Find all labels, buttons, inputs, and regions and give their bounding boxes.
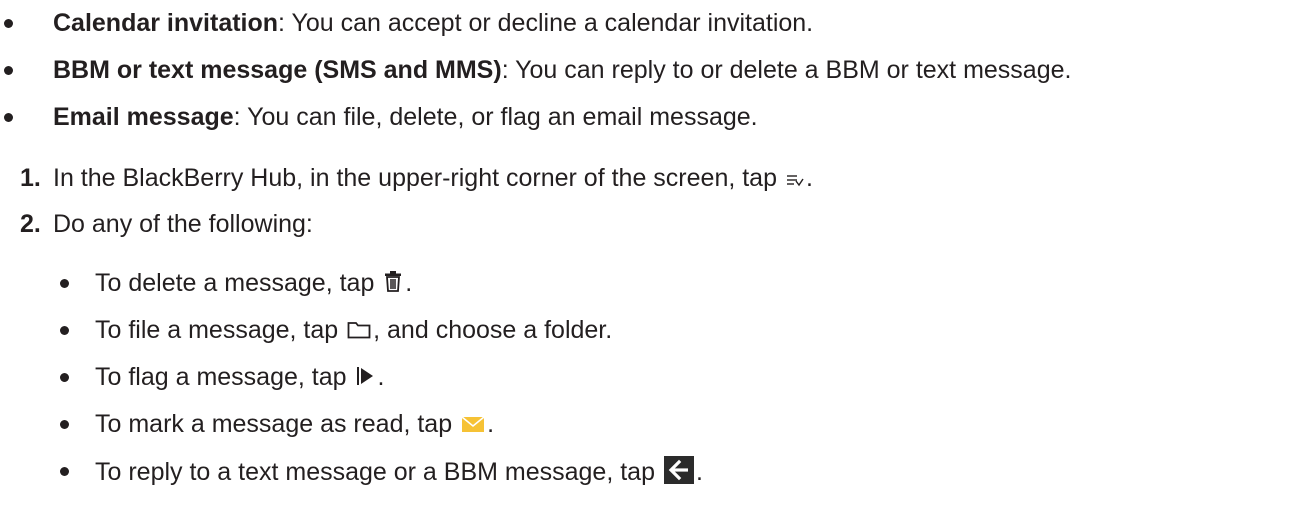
- bullet-text: Email message: You can file, delete, or …: [53, 102, 758, 132]
- substep-text-after: , and choose a folder.: [373, 316, 613, 344]
- substep-text-before: To delete a message, tap: [95, 269, 382, 297]
- bullet-dot: [4, 113, 13, 122]
- trash-icon: [383, 269, 403, 299]
- flag-icon: [355, 363, 375, 393]
- bullet-term: Email message: [53, 103, 234, 131]
- substep-text: To reply to a text message or a BBM mess…: [95, 456, 703, 491]
- bullet-dot: [4, 19, 13, 28]
- envelope-icon: [461, 410, 485, 440]
- substep-text: To delete a message, tap .: [95, 268, 412, 299]
- substep-text: To file a message, tap , and choose a fo…: [95, 315, 612, 346]
- step-text: In the BlackBerry Hub, in the upper-righ…: [53, 163, 813, 194]
- substep-text-after: .: [695, 458, 703, 487]
- substep-text-before: To reply to a text message or a BBM mess…: [95, 458, 662, 487]
- bullet-dot: [60, 326, 69, 335]
- bullet-desc: : You can accept or decline a calendar i…: [278, 9, 814, 37]
- substep-text-after: .: [405, 269, 413, 297]
- bullet-dot: [60, 420, 69, 429]
- step-text-after: .: [805, 164, 813, 192]
- bullet-term: Calendar invitation: [53, 9, 279, 37]
- step-number: 1.: [20, 164, 41, 192]
- bullet-dot: [4, 66, 13, 75]
- folder-icon: [347, 316, 371, 346]
- reply-arrow-icon: [663, 456, 694, 491]
- bullet-dot: [60, 467, 69, 476]
- step-text: Do any of the following:: [53, 210, 313, 238]
- substep-text-before: To mark a message as read, tap: [95, 410, 460, 438]
- step-number: 2.: [20, 210, 41, 238]
- step-text-before: In the BlackBerry Hub, in the upper-righ…: [53, 164, 784, 192]
- bullet-desc: : You can reply to or delete a BBM or te…: [501, 56, 1072, 84]
- bullet-dot: [60, 279, 69, 288]
- substep-text-after: .: [377, 363, 385, 391]
- substep-text-after: .: [487, 410, 495, 438]
- substep-text: To mark a message as read, tap .: [95, 409, 494, 440]
- substep-text: To flag a message, tap .: [95, 362, 384, 393]
- substep-text-before: To flag a message, tap: [95, 363, 354, 391]
- bullet-text: Calendar invitation: You can accept or d…: [53, 8, 813, 38]
- bullet-term: BBM or text message (SMS and MMS): [53, 56, 502, 84]
- substep-text-before: To file a message, tap: [95, 316, 346, 344]
- select-more-icon: [786, 164, 804, 194]
- bullet-text: BBM or text message (SMS and MMS): You c…: [53, 55, 1071, 85]
- bullet-desc: : You can file, delete, or flag an email…: [233, 103, 758, 131]
- bullet-dot: [60, 373, 69, 382]
